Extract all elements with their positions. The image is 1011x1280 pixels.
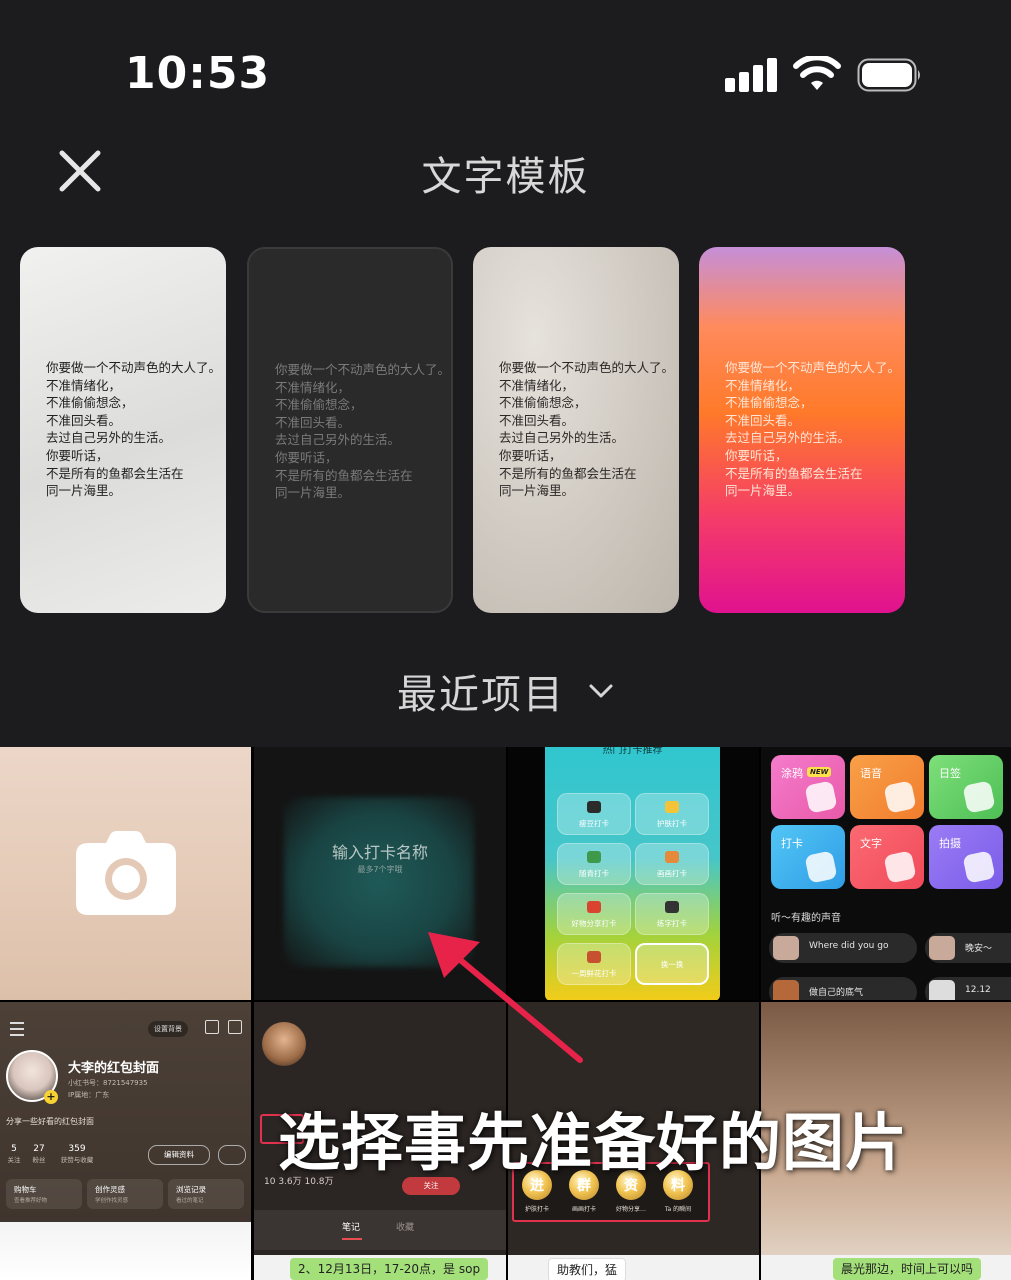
- checkin-button: 练字打卡: [635, 893, 709, 935]
- gear-icon: [218, 1145, 246, 1165]
- new-badge: NEW: [807, 767, 832, 777]
- tile-doodle: 涂鸦 NEW: [771, 755, 845, 819]
- photo-thumbnail[interactable]: 助教们，猛: [508, 1255, 759, 1280]
- photo-thumbnail[interactable]: 2、12月13日，17-20点，是 sop: [254, 1255, 506, 1280]
- template-text: 你要做一个不动声色的大人了。 不准情绪化， 不准偷偷想念， 不准回头看。 去过自…: [46, 360, 222, 499]
- page-title: 文字模板: [421, 154, 590, 200]
- sound-pill: 做自己的底气: [769, 977, 917, 1000]
- profile-location: IP属地：广东: [68, 1091, 110, 1099]
- app-title: 热门打卡推荐: [602, 747, 663, 756]
- checkin-button: 护肤打卡: [635, 793, 709, 835]
- sounds-title: 听～有趣的声音: [771, 913, 841, 924]
- camera-cell[interactable]: [0, 747, 251, 1000]
- stat-followers: 27 粉丝: [32, 1144, 46, 1164]
- template-card[interactable]: 你要做一个不动声色的大人了。 不准情绪化， 不准偷偷想念， 不准回头看。 去过自…: [247, 247, 453, 613]
- coin-label: 画画打卡: [571, 1206, 596, 1213]
- checkin-button: 瘦豆打卡: [557, 793, 631, 835]
- stat-following: 5 关注: [7, 1144, 21, 1164]
- checkin-button: 随青打卡: [557, 843, 631, 885]
- pointer-arrow-icon: [428, 932, 583, 1063]
- photo-thumbnail[interactable]: 涂鸦 NEW 语音 日签 打卡 文字 拍摄 听～有趣的声音 Where did y…: [761, 747, 1011, 1000]
- status-bar: 10:53: [0, 0, 1011, 140]
- shortcut-inspiration: 创作灵感 学创作找灵感: [87, 1179, 163, 1209]
- template-text: 你要做一个不动声色的大人了。 不准情绪化， 不准偷偷想念， 不准回头看。 去过自…: [725, 360, 901, 499]
- chevron-down-icon: [589, 684, 613, 698]
- sound-pill: 12.12: [925, 977, 1011, 1000]
- tile-voice: 语音: [850, 755, 924, 819]
- set-background-button: 设置背景: [148, 1021, 188, 1037]
- profile-bio: 分享一些好看的红包封面: [6, 1117, 94, 1126]
- profile-id: 小红书号：8721547935: [68, 1079, 148, 1087]
- chat-bubble: 2、12月13日，17-20点，是 sop: [290, 1258, 489, 1280]
- battery-icon: [857, 58, 920, 92]
- menu-icon: [10, 1022, 24, 1036]
- sound-pill: 晚安～: [925, 933, 1011, 963]
- album-selector[interactable]: 最近项目: [0, 662, 1011, 720]
- template-text: 你要做一个不动声色的大人了。 不准情绪化， 不准偷偷想念， 不准回头看。 去过自…: [275, 362, 451, 501]
- overlay-caption: 选择事先准备好的图片: [278, 1106, 909, 1179]
- header: 文字模板: [0, 130, 1011, 210]
- shuffle-button: 换一换: [635, 943, 709, 985]
- shortcut-history: 浏览记录 看过的笔记: [168, 1179, 244, 1209]
- edit-profile-button: 编辑资料: [148, 1145, 210, 1165]
- plus-icon: +: [44, 1090, 58, 1104]
- tab-underline: [342, 1238, 362, 1240]
- sound-pill: Where did you go: [769, 933, 917, 963]
- tile-checkin: 打卡: [771, 825, 845, 889]
- tile-shoot: 拍摄: [929, 825, 1003, 889]
- template-list: 你要做一个不动声色的大人了。 不准情绪化， 不准偷偷想念， 不准回头看。 去过自…: [0, 247, 1011, 615]
- cellular-signal-icon: [725, 58, 777, 92]
- wifi-icon: [793, 56, 841, 90]
- coin-label: 护肤打卡: [524, 1206, 549, 1213]
- photo-text: 输入打卡名称: [331, 843, 428, 862]
- chat-bubble: 助教们，猛: [548, 1258, 627, 1280]
- profile-name: 大李的红包封面: [68, 1061, 160, 1076]
- template-text: 你要做一个不动声色的大人了。 不准情绪化， 不准偷偷想念， 不准回头看。 去过自…: [499, 360, 675, 499]
- photo-thumbnail[interactable]: 晨光那边，时间上可以吗: [761, 1255, 1011, 1280]
- tile-daily: 日签: [929, 755, 1003, 819]
- content-strip: [0, 1222, 251, 1280]
- shortcut-cart: 购物车 查看推荐好物: [6, 1179, 82, 1209]
- album-label: 最近项目: [396, 672, 565, 718]
- template-card[interactable]: 你要做一个不动声色的大人了。 不准情绪化， 不准偷偷想念， 不准回头看。 去过自…: [699, 247, 905, 613]
- template-card[interactable]: 你要做一个不动声色的大人了。 不准情绪化， 不准偷偷想念， 不准回头看。 去过自…: [20, 247, 226, 613]
- chat-bubble: 晨光那边，时间上可以吗: [833, 1258, 982, 1280]
- photo-thumbnail[interactable]: 设置背景 + 大李的红包封面 小红书号：8721547935 IP属地：广东 分…: [0, 1002, 251, 1280]
- tile-text: 文字: [850, 825, 924, 889]
- profile-tabs: 笔记 收藏: [254, 1210, 506, 1250]
- avatar: [262, 1022, 306, 1066]
- checkin-button: 画画打卡: [635, 843, 709, 885]
- template-card[interactable]: 你要做一个不动声色的大人了。 不准情绪化， 不准偷偷想念， 不准回头看。 去过自…: [473, 247, 679, 613]
- photo-subtext: 最多7个字哦: [357, 865, 403, 874]
- scan-icon: [205, 1020, 219, 1034]
- camera-icon: [76, 831, 176, 915]
- stat-likes: 359 获赞与收藏: [60, 1144, 94, 1164]
- share-icon: [228, 1020, 242, 1034]
- coin-label: Ta 的瞬间: [664, 1206, 692, 1213]
- coin-label: 好物分享…: [615, 1206, 646, 1213]
- tab-notes: 笔记: [342, 1223, 361, 1233]
- tab-collect: 收藏: [396, 1223, 415, 1233]
- status-time: 10:53: [125, 48, 271, 99]
